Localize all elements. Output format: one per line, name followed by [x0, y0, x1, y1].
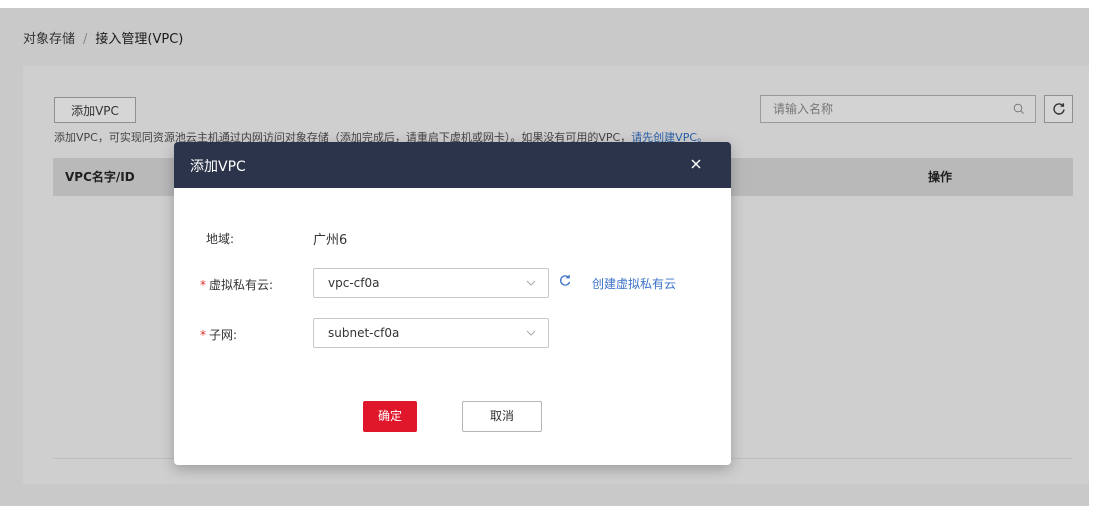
chevron-down-icon	[526, 330, 536, 336]
cancel-button[interactable]: 取消	[462, 401, 542, 432]
top-strip	[0, 0, 1105, 8]
vpc-select-value: vpc-cf0a	[328, 276, 380, 290]
vpc-select[interactable]: vpc-cf0a	[313, 268, 549, 298]
subnet-select-value: subnet-cf0a	[328, 326, 400, 340]
subnet-label-text: 子网:	[209, 328, 238, 342]
vpc-label: * 虚拟私有云:	[200, 276, 273, 293]
right-strip	[1089, 0, 1105, 506]
search-icon[interactable]	[1013, 103, 1025, 115]
add-vpc-dialog: 添加VPC 地域: 广州6 * 虚拟私有云: vpc-cf0a 创建虚拟私有云 *…	[174, 142, 731, 465]
column-header-vpc: VPC名字/ID	[65, 170, 135, 184]
refresh-icon	[1052, 103, 1065, 115]
refresh-button[interactable]	[1044, 95, 1073, 123]
search-input[interactable]	[761, 96, 1015, 122]
breadcrumb-separator: /	[83, 32, 88, 47]
refresh-icon[interactable]	[558, 274, 572, 288]
subnet-label: * 子网:	[200, 326, 237, 343]
column-header-actions: 操作	[928, 170, 953, 184]
breadcrumb-current: 接入管理(VPC)	[95, 32, 184, 47]
vpc-label-text: 虚拟私有云:	[209, 278, 274, 292]
region-value: 广州6	[313, 233, 348, 248]
create-vpc-link[interactable]: 创建虚拟私有云	[592, 275, 676, 292]
confirm-button[interactable]: 确定	[363, 401, 417, 432]
add-vpc-button[interactable]: 添加VPC	[54, 97, 136, 123]
chevron-down-icon	[526, 280, 536, 286]
search-box	[760, 95, 1036, 123]
required-mark: *	[200, 328, 206, 342]
region-label: 地域:	[206, 232, 235, 246]
dialog-title: 添加VPC	[190, 159, 246, 175]
close-icon[interactable]	[687, 155, 705, 173]
dialog-header: 添加VPC	[174, 142, 731, 188]
required-mark: *	[200, 278, 206, 292]
subnet-select[interactable]: subnet-cf0a	[313, 318, 549, 348]
breadcrumb-root-link[interactable]: 对象存储	[23, 32, 75, 47]
breadcrumb: 对象存储 / 接入管理(VPC)	[23, 28, 183, 47]
